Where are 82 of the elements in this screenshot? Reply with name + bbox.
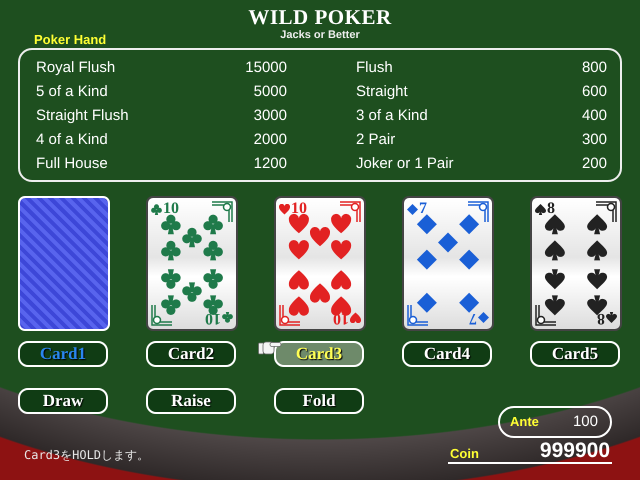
hand-name: 3 of a Kind <box>356 106 428 126</box>
payout-value: 2000 <box>254 130 287 150</box>
card-hold-button[interactable]: Card3 <box>274 341 364 367</box>
club-icon <box>161 240 181 260</box>
playing-card[interactable]: 8 8 <box>530 196 622 331</box>
corner-ornament-icon <box>211 201 233 223</box>
hand-name: Royal Flush <box>36 58 116 78</box>
club-icon <box>182 282 202 302</box>
spade-icon <box>544 269 565 290</box>
ante-label: Ante <box>510 413 539 432</box>
diamond-icon <box>416 250 437 270</box>
ante-value: 100 <box>572 412 598 432</box>
corner-ornament-icon <box>467 201 489 223</box>
card-rank: 8 <box>597 310 605 326</box>
payout-value: 5000 <box>254 82 287 102</box>
playing-card[interactable]: 7 7 <box>402 196 494 331</box>
hand-name: Joker or 1 Pair <box>356 154 454 174</box>
pointing-hand-icon <box>258 341 282 357</box>
heart-icon <box>288 240 309 260</box>
club-icon <box>203 240 223 260</box>
hand-name: 2 Pair <box>356 130 396 150</box>
club-icon <box>161 295 181 316</box>
club-icon <box>203 214 223 234</box>
card-rank: 10 <box>291 201 307 217</box>
payout-value: 200 <box>582 154 607 174</box>
corner-ornament-icon <box>595 201 617 223</box>
heart-icon <box>331 240 352 260</box>
diamond-icon <box>459 250 480 270</box>
hand-name: 5 of a Kind <box>36 82 108 102</box>
game-title: WILD POKER <box>247 4 393 29</box>
payout-value: 300 <box>582 130 607 150</box>
card-rank: 7 <box>419 201 427 217</box>
card-rank: 7 <box>469 310 477 326</box>
spade-icon <box>544 295 565 316</box>
action-button[interactable]: Draw <box>18 388 108 414</box>
corner-ornament-icon <box>339 201 361 223</box>
club-icon <box>203 269 223 289</box>
hand-name: Full House <box>36 154 108 174</box>
hand-name: 4 of a Kind <box>36 130 108 150</box>
club-icon <box>161 269 181 289</box>
hand-name: Straight Flush <box>36 106 129 126</box>
heart-icon <box>310 283 330 303</box>
corner-ornament-icon <box>151 304 173 326</box>
card-hold-button[interactable]: Card5 <box>530 341 620 367</box>
corner-ornament-icon <box>407 304 429 326</box>
playing-card[interactable]: 10 10 <box>146 196 238 331</box>
corner-ornament-icon <box>535 304 557 326</box>
heart-icon <box>331 270 352 290</box>
coin-label: Coin <box>449 446 479 462</box>
diamond-icon <box>416 292 437 313</box>
action-button[interactable]: Raise <box>146 388 236 414</box>
corner-ornament-icon <box>279 304 301 326</box>
hand-name: Straight <box>356 82 408 102</box>
action-button[interactable]: Fold <box>274 388 364 414</box>
card-rank: 8 <box>547 201 555 217</box>
game-subtitle: Jacks or Better <box>280 29 360 41</box>
spade-icon <box>587 240 608 260</box>
club-icon <box>182 228 202 248</box>
spade-icon <box>587 269 608 290</box>
coin-value: 999900 <box>540 440 610 462</box>
payout-value: 3000 <box>254 106 287 126</box>
payout-value: 800 <box>582 58 607 78</box>
heart-icon <box>310 227 330 246</box>
card-rank: 10 <box>163 201 179 217</box>
status-message: Card3をHOLDします。 <box>24 447 150 464</box>
payout-value: 15000 <box>245 58 287 78</box>
diamond-icon <box>438 232 458 253</box>
payout-value: 400 <box>582 106 607 126</box>
heart-icon <box>288 296 309 316</box>
card-hold-button[interactable]: Card4 <box>402 341 492 367</box>
spade-icon <box>587 214 608 234</box>
payout-value: 600 <box>582 82 607 102</box>
paytable-label: Poker Hand <box>34 33 108 47</box>
diamond-icon <box>459 214 480 234</box>
spade-icon <box>544 240 565 260</box>
hand-name: Flush <box>356 58 393 78</box>
payout-value: 1200 <box>254 154 287 174</box>
card-back[interactable] <box>18 196 110 331</box>
card-rank: 10 <box>205 310 221 326</box>
card-hold-button[interactable]: Card2 <box>146 341 236 367</box>
heart-icon <box>331 214 352 234</box>
heart-icon <box>288 270 309 290</box>
